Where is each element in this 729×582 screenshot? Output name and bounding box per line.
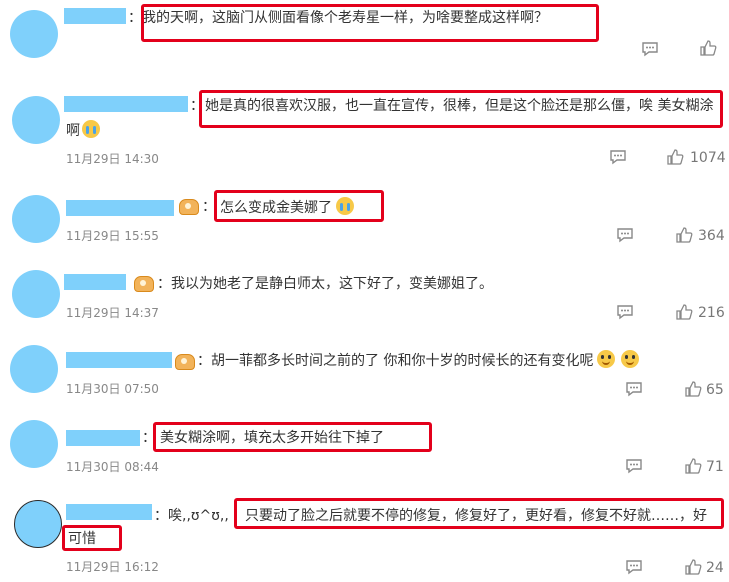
comment-date: 11月30日 08:44	[66, 460, 159, 474]
highlight-box	[199, 90, 723, 128]
smiling-face-emoji	[621, 350, 640, 368]
highlight-box	[234, 498, 724, 529]
comment-text: ：胡一菲都多长时间之前的了 你和你十岁的时候长的还有变化呢	[197, 350, 640, 371]
like-count: 364	[698, 228, 725, 244]
comment-date: 11月29日 15:55	[66, 229, 159, 243]
vip-crown-badge	[179, 199, 199, 215]
highlight-box	[62, 525, 122, 551]
highlight-box	[214, 190, 384, 222]
avatar[interactable]	[12, 195, 60, 243]
thumbs-up-icon[interactable]	[684, 457, 702, 475]
username[interactable]	[64, 8, 126, 24]
username[interactable]	[66, 352, 172, 368]
like-count: 65	[706, 382, 724, 398]
avatar[interactable]	[14, 500, 62, 548]
avatar[interactable]	[10, 345, 58, 393]
crying-face-emoji	[82, 120, 100, 138]
comment-icon[interactable]	[616, 303, 634, 321]
comment-text: ：我以为她老了是静白师太，这下好了，变美娜姐了。	[157, 276, 493, 292]
avatar[interactable]	[12, 270, 60, 318]
like-count: 1074	[690, 150, 726, 166]
thumbs-up-icon[interactable]	[684, 380, 702, 398]
thumbs-up-icon[interactable]	[699, 39, 717, 57]
comment-text-line2: 啊	[66, 123, 80, 139]
username[interactable]	[64, 96, 188, 112]
avatar[interactable]	[10, 420, 58, 468]
username[interactable]	[64, 274, 126, 290]
thumbs-up-icon[interactable]	[675, 303, 693, 321]
comment-icon[interactable]	[616, 226, 634, 244]
highlight-box	[153, 422, 432, 452]
comment-icon[interactable]	[625, 558, 643, 576]
comment-date: 11月29日 14:37	[66, 306, 159, 320]
smiling-face-emoji	[597, 350, 616, 368]
comment-date: 11月29日 14:30	[66, 152, 159, 166]
comment-text-body: ：胡一菲都多长时间之前的了 你和你十岁的时候长的还有变化呢	[197, 353, 594, 369]
thumbs-up-icon[interactable]	[666, 148, 684, 166]
avatar[interactable]	[10, 10, 58, 58]
comment-icon[interactable]	[641, 40, 659, 58]
username[interactable]	[66, 200, 174, 216]
comment-icon[interactable]	[625, 457, 643, 475]
username[interactable]	[66, 430, 140, 446]
comment-prefix: ：唉,,ʊ^ʊ,,	[154, 508, 229, 524]
thumbs-up-icon[interactable]	[675, 226, 693, 244]
like-count: 24	[706, 560, 724, 576]
thumbs-up-icon[interactable]	[684, 558, 702, 576]
comment-text-continued: 啊	[66, 120, 100, 141]
vip-crown-badge	[134, 276, 154, 292]
comment-date: 11月30日 07:50	[66, 382, 159, 396]
vip-crown-badge	[175, 354, 195, 370]
like-count: 216	[698, 305, 725, 321]
comment-icon[interactable]	[609, 148, 627, 166]
like-count: 71	[706, 459, 724, 475]
avatar[interactable]	[12, 96, 60, 144]
highlight-box	[141, 4, 599, 42]
comment-date: 11月29日 16:12	[66, 560, 159, 574]
comment-icon[interactable]	[625, 380, 643, 398]
username[interactable]	[66, 504, 152, 520]
